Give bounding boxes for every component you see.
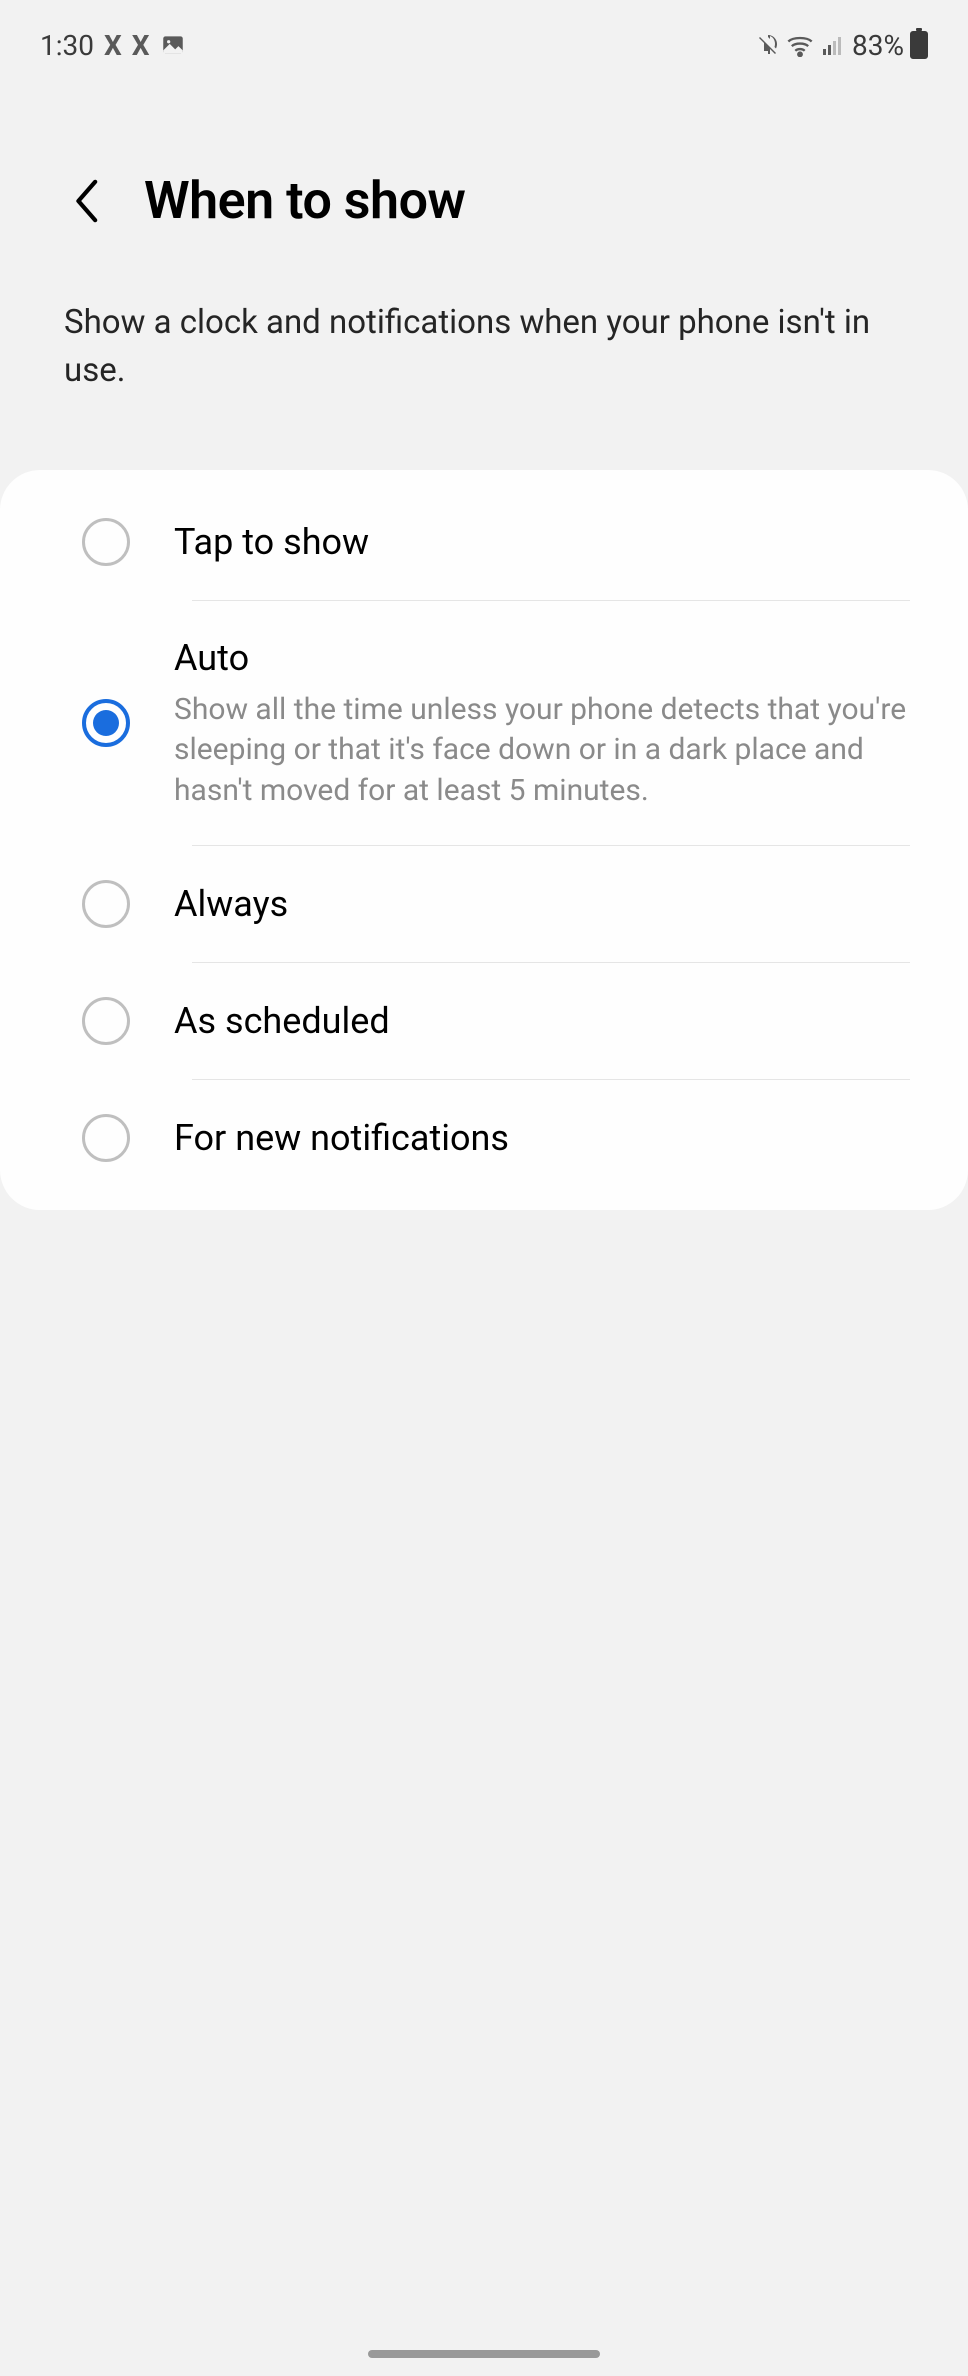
page-subtitle: Show a clock and notifications when your…: [64, 299, 904, 395]
radio-button[interactable]: [82, 518, 130, 566]
option-description: Show all the time unless your phone dete…: [174, 690, 910, 812]
option-for-new-notifications[interactable]: For new notifications: [0, 1080, 968, 1196]
image-icon: [160, 32, 186, 58]
radio-button-selected[interactable]: [82, 699, 130, 747]
option-tap-to-show[interactable]: Tap to show: [0, 484, 968, 600]
option-text: Auto Show all the time unless your phone…: [174, 635, 910, 811]
radio-button[interactable]: [82, 880, 130, 928]
options-card: Tap to show Auto Show all the time unles…: [0, 470, 968, 1210]
option-always[interactable]: Always: [0, 846, 968, 962]
option-label: As scheduled: [174, 998, 910, 1045]
option-as-scheduled[interactable]: As scheduled: [0, 963, 968, 1079]
nav-indicator[interactable]: [368, 2350, 600, 2358]
wifi-icon: [786, 33, 814, 57]
status-left: 1:30 X X: [40, 29, 186, 62]
chevron-left-icon: [73, 177, 103, 225]
back-button[interactable]: [64, 177, 112, 225]
mute-icon: [756, 33, 780, 57]
status-bar: 1:30 X X 83%: [0, 0, 968, 90]
option-label: Tap to show: [174, 519, 910, 566]
x-app-icon: X: [104, 29, 122, 62]
x-app-icon: X: [132, 29, 150, 62]
option-text: Tap to show: [174, 519, 910, 566]
status-right: 83%: [756, 29, 928, 62]
signal-icon: [820, 33, 846, 57]
page-title: When to show: [144, 170, 465, 231]
option-label: For new notifications: [174, 1115, 910, 1162]
option-text: For new notifications: [174, 1115, 910, 1162]
option-label: Auto: [174, 635, 910, 682]
radio-button[interactable]: [82, 1114, 130, 1162]
status-time: 1:30: [40, 29, 94, 62]
page-header: When to show Show a clock and notificati…: [0, 170, 968, 395]
battery-icon: [910, 31, 928, 59]
option-label: Always: [174, 881, 910, 928]
radio-dot: [93, 710, 119, 736]
option-text: Always: [174, 881, 910, 928]
option-text: As scheduled: [174, 998, 910, 1045]
battery-percent: 83%: [852, 29, 904, 62]
radio-button[interactable]: [82, 997, 130, 1045]
option-auto[interactable]: Auto Show all the time unless your phone…: [0, 601, 968, 845]
